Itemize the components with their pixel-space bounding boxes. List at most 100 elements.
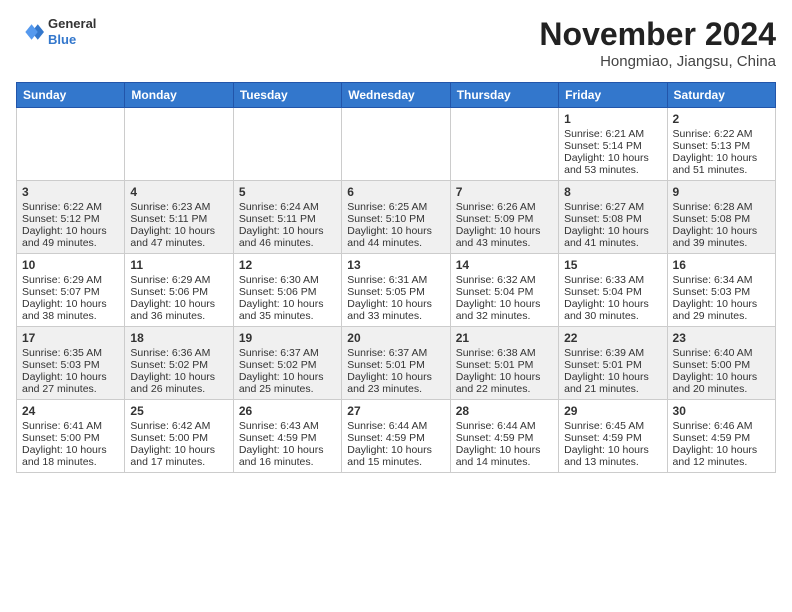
day-number: 24 — [22, 404, 119, 418]
day-info: and 36 minutes. — [130, 310, 227, 322]
day-info: Sunrise: 6:44 AM — [347, 420, 444, 432]
day-info: Sunrise: 6:29 AM — [22, 274, 119, 286]
day-number: 27 — [347, 404, 444, 418]
calendar-week-3: 10Sunrise: 6:29 AMSunset: 5:07 PMDayligh… — [17, 254, 776, 327]
day-info: and 16 minutes. — [239, 456, 336, 468]
day-number: 20 — [347, 331, 444, 345]
weekday-header-sunday: Sunday — [17, 83, 125, 108]
day-info: and 29 minutes. — [673, 310, 770, 322]
day-info: Daylight: 10 hours — [673, 225, 770, 237]
day-number: 9 — [673, 185, 770, 199]
day-info: Sunrise: 6:34 AM — [673, 274, 770, 286]
calendar-cell: 15Sunrise: 6:33 AMSunset: 5:04 PMDayligh… — [559, 254, 667, 327]
day-info: and 14 minutes. — [456, 456, 553, 468]
day-info: Sunrise: 6:29 AM — [130, 274, 227, 286]
day-info: Sunset: 5:00 PM — [673, 359, 770, 371]
logo-text: General Blue — [48, 16, 96, 47]
day-info: Daylight: 10 hours — [564, 444, 661, 456]
day-info: and 25 minutes. — [239, 383, 336, 395]
day-info: and 17 minutes. — [130, 456, 227, 468]
day-info: Daylight: 10 hours — [130, 298, 227, 310]
day-info: Sunrise: 6:26 AM — [456, 201, 553, 213]
day-info: and 35 minutes. — [239, 310, 336, 322]
day-number: 10 — [22, 258, 119, 272]
calendar-cell: 21Sunrise: 6:38 AMSunset: 5:01 PMDayligh… — [450, 327, 558, 400]
day-info: Sunrise: 6:36 AM — [130, 347, 227, 359]
calendar-cell: 3Sunrise: 6:22 AMSunset: 5:12 PMDaylight… — [17, 181, 125, 254]
day-info: Daylight: 10 hours — [673, 298, 770, 310]
calendar-cell — [125, 108, 233, 181]
calendar-cell — [342, 108, 450, 181]
day-info: Sunset: 4:59 PM — [456, 432, 553, 444]
weekday-header-monday: Monday — [125, 83, 233, 108]
day-info: Sunset: 5:03 PM — [673, 286, 770, 298]
weekday-header-friday: Friday — [559, 83, 667, 108]
day-number: 21 — [456, 331, 553, 345]
day-info: Sunrise: 6:30 AM — [239, 274, 336, 286]
day-info: Sunset: 5:07 PM — [22, 286, 119, 298]
calendar-cell: 24Sunrise: 6:41 AMSunset: 5:00 PMDayligh… — [17, 400, 125, 473]
day-info: and 23 minutes. — [347, 383, 444, 395]
day-info: Daylight: 10 hours — [347, 298, 444, 310]
day-info: Sunrise: 6:35 AM — [22, 347, 119, 359]
day-info: and 44 minutes. — [347, 237, 444, 249]
calendar-cell: 12Sunrise: 6:30 AMSunset: 5:06 PMDayligh… — [233, 254, 341, 327]
day-info: Sunrise: 6:37 AM — [347, 347, 444, 359]
day-info: Sunrise: 6:21 AM — [564, 128, 661, 140]
day-info: Daylight: 10 hours — [22, 444, 119, 456]
day-info: and 27 minutes. — [22, 383, 119, 395]
calendar-cell — [450, 108, 558, 181]
calendar-cell — [233, 108, 341, 181]
day-info: and 30 minutes. — [564, 310, 661, 322]
day-info: and 26 minutes. — [130, 383, 227, 395]
day-info: Sunset: 5:14 PM — [564, 140, 661, 152]
day-number: 7 — [456, 185, 553, 199]
day-info: and 49 minutes. — [22, 237, 119, 249]
day-info: Daylight: 10 hours — [22, 225, 119, 237]
calendar-cell: 10Sunrise: 6:29 AMSunset: 5:07 PMDayligh… — [17, 254, 125, 327]
day-info: Daylight: 10 hours — [239, 444, 336, 456]
day-info: Daylight: 10 hours — [456, 444, 553, 456]
day-info: Sunrise: 6:24 AM — [239, 201, 336, 213]
day-info: Daylight: 10 hours — [239, 371, 336, 383]
calendar-cell: 2Sunrise: 6:22 AMSunset: 5:13 PMDaylight… — [667, 108, 775, 181]
day-info: Sunset: 5:00 PM — [130, 432, 227, 444]
calendar-cell: 8Sunrise: 6:27 AMSunset: 5:08 PMDaylight… — [559, 181, 667, 254]
day-info: Sunset: 5:11 PM — [130, 213, 227, 225]
weekday-header-wednesday: Wednesday — [342, 83, 450, 108]
day-info: Sunset: 5:01 PM — [347, 359, 444, 371]
day-info: Daylight: 10 hours — [673, 371, 770, 383]
calendar-cell: 19Sunrise: 6:37 AMSunset: 5:02 PMDayligh… — [233, 327, 341, 400]
day-info: Sunrise: 6:28 AM — [673, 201, 770, 213]
day-info: and 41 minutes. — [564, 237, 661, 249]
day-info: Daylight: 10 hours — [456, 298, 553, 310]
day-number: 29 — [564, 404, 661, 418]
day-info: and 12 minutes. — [673, 456, 770, 468]
calendar-cell: 11Sunrise: 6:29 AMSunset: 5:06 PMDayligh… — [125, 254, 233, 327]
calendar-cell: 27Sunrise: 6:44 AMSunset: 4:59 PMDayligh… — [342, 400, 450, 473]
day-info: Sunset: 5:10 PM — [347, 213, 444, 225]
calendar-cell: 9Sunrise: 6:28 AMSunset: 5:08 PMDaylight… — [667, 181, 775, 254]
day-number: 25 — [130, 404, 227, 418]
calendar-week-2: 3Sunrise: 6:22 AMSunset: 5:12 PMDaylight… — [17, 181, 776, 254]
day-info: and 33 minutes. — [347, 310, 444, 322]
day-info: Daylight: 10 hours — [130, 444, 227, 456]
day-info: Sunset: 4:59 PM — [347, 432, 444, 444]
day-info: Sunrise: 6:45 AM — [564, 420, 661, 432]
day-info: and 46 minutes. — [239, 237, 336, 249]
day-info: Sunset: 5:12 PM — [22, 213, 119, 225]
day-info: Daylight: 10 hours — [130, 225, 227, 237]
day-info: Sunrise: 6:22 AM — [22, 201, 119, 213]
day-number: 19 — [239, 331, 336, 345]
day-info: Sunrise: 6:22 AM — [673, 128, 770, 140]
weekday-header-row: SundayMondayTuesdayWednesdayThursdayFrid… — [17, 83, 776, 108]
day-info: Sunrise: 6:37 AM — [239, 347, 336, 359]
calendar-cell: 14Sunrise: 6:32 AMSunset: 5:04 PMDayligh… — [450, 254, 558, 327]
calendar-cell: 28Sunrise: 6:44 AMSunset: 4:59 PMDayligh… — [450, 400, 558, 473]
day-number: 4 — [130, 185, 227, 199]
day-number: 17 — [22, 331, 119, 345]
day-number: 30 — [673, 404, 770, 418]
day-info: Daylight: 10 hours — [673, 444, 770, 456]
day-info: Sunset: 5:01 PM — [564, 359, 661, 371]
day-info: and 22 minutes. — [456, 383, 553, 395]
